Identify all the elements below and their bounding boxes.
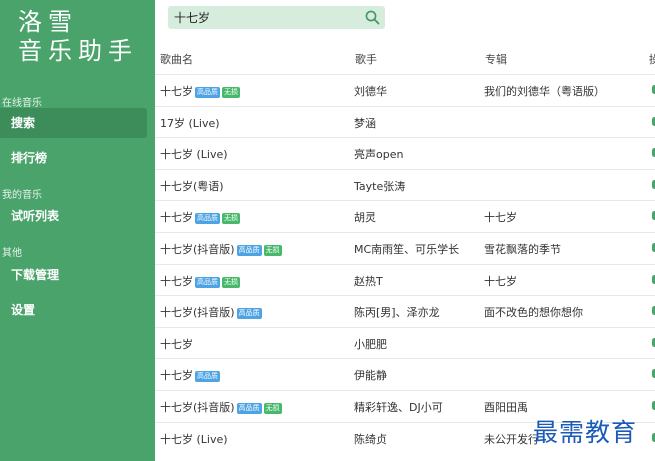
hq-badge: 高品质 xyxy=(236,245,262,256)
lossless-badge: 无损 xyxy=(222,276,240,288)
table-row[interactable]: 十七岁(抖音版) 高品质 陈丙[男]、泽亦龙 面不改色的想你想你 xyxy=(155,295,655,327)
artist-cell: Tayte张涛 xyxy=(354,179,406,193)
artist-cell: MC南雨笙、可乐学长 xyxy=(354,243,460,256)
artist-cell: 小肥肥 xyxy=(354,337,387,351)
song-title: 十七岁(粤语) xyxy=(160,179,224,193)
song-title-cell: 十七岁(抖音版) 高品质 xyxy=(160,304,262,320)
header-actions: 操 xyxy=(649,53,655,66)
sidebar: 洛雪 音乐助手 在线音乐 搜索 排行榜 我的音乐 试听列表 其他 下载管理 设置 xyxy=(0,0,155,461)
album-cell: 酉阳田禹 xyxy=(484,401,528,414)
sidebar-item-playlist[interactable]: 试听列表 xyxy=(0,201,147,231)
table-row[interactable]: 十七岁(粤语) Tayte张涛 xyxy=(155,168,655,201)
hq-badge: 高品质 xyxy=(236,403,262,414)
artist-cell: 伊能静 xyxy=(354,369,387,383)
section-other: 其他 xyxy=(2,248,22,259)
song-title: 十七岁 (Live) xyxy=(160,432,228,446)
lossless-badge: 无损 xyxy=(222,87,240,98)
sidebar-item-search[interactable]: 搜索 xyxy=(0,108,147,138)
song-title-cell: 十七岁 高品质 无损 xyxy=(160,209,240,225)
table-row[interactable]: 17岁 (Live) 梦涵 xyxy=(155,105,655,138)
song-title-cell: 十七岁 高品质 无损 xyxy=(160,273,240,289)
search-input[interactable] xyxy=(174,8,354,27)
artist-cell: 梦涵 xyxy=(354,116,376,130)
section-online-music: 在线音乐 xyxy=(2,98,42,109)
logo-line-1: 洛雪 xyxy=(18,8,78,36)
hq-badge: 高品质 xyxy=(195,371,220,383)
hq-badge: 高品质 xyxy=(195,276,220,288)
song-title: 十七岁(抖音版) xyxy=(160,401,235,414)
song-title-cell: 十七岁 (Live) xyxy=(160,431,228,447)
hq-badge: 高品质 xyxy=(195,87,220,98)
header-album[interactable]: 专辑 xyxy=(485,51,507,67)
song-title: 十七岁 xyxy=(160,369,193,383)
song-title: 十七岁(抖音版) xyxy=(160,306,235,320)
lossless-badge: 无损 xyxy=(263,403,282,414)
artist-cell: 陈丙[男]、泽亦龙 xyxy=(354,306,440,320)
table-header: 歌曲名 歌手 专辑 操 xyxy=(155,42,655,72)
header-artist[interactable]: 歌手 xyxy=(355,51,377,67)
song-title-cell: 17岁 (Live) xyxy=(160,115,220,131)
table-row[interactable]: 十七岁 小肥肥 xyxy=(155,326,655,359)
song-title-cell: 十七岁(粤语) xyxy=(160,178,224,194)
album-cell: 十七岁 xyxy=(484,274,517,288)
table-row[interactable]: 十七岁 高品质 伊能静 xyxy=(155,358,655,390)
sidebar-item-settings[interactable]: 设置 xyxy=(0,295,147,325)
hq-badge: 高品质 xyxy=(195,213,220,225)
section-my-music: 我的音乐 xyxy=(2,190,42,201)
album-cell: 雪花飘落的季节 xyxy=(484,243,561,256)
header-title[interactable]: 歌曲名 xyxy=(160,51,193,67)
album-cell: 面不改色的想你想你 xyxy=(484,306,583,320)
sidebar-item-charts[interactable]: 排行榜 xyxy=(0,143,147,173)
artist-cell: 陈绮贞 xyxy=(354,432,387,446)
lossless-badge: 无损 xyxy=(263,245,282,256)
artist-cell: 精彩轩逸、DJ小可 xyxy=(354,401,443,414)
album-cell: 我们的刘德华（粤语版） xyxy=(484,85,605,98)
table-row[interactable]: 十七岁 高品质 无损 赵热T 十七岁 xyxy=(155,263,655,296)
album-cell: 未公开发行 xyxy=(484,432,539,446)
artist-cell: 刘德华 xyxy=(354,85,387,98)
song-title-cell: 十七岁 xyxy=(160,336,193,352)
song-title: 十七岁 xyxy=(160,337,193,351)
search-box xyxy=(168,6,385,29)
song-title: 十七岁(抖音版) xyxy=(160,243,235,256)
artist-cell: 胡灵 xyxy=(354,211,376,225)
watermark: 最需教育 xyxy=(533,418,638,447)
song-title: 十七岁 xyxy=(160,274,193,288)
logo-line-2: 音乐助手 xyxy=(18,37,138,65)
sidebar-item-downloads[interactable]: 下载管理 xyxy=(0,260,147,290)
artist-cell: 亮声open xyxy=(354,148,404,162)
album-cell: 十七岁 xyxy=(484,211,517,225)
table-row[interactable]: 十七岁(抖音版) 高品质 无损 MC南雨笙、可乐学长 雪花飘落的季节 xyxy=(155,232,655,264)
song-title: 十七岁 xyxy=(160,85,193,98)
song-title-cell: 十七岁(抖音版) 高品质 无损 xyxy=(160,241,282,257)
hq-badge: 高品质 xyxy=(236,308,262,320)
song-title-cell: 十七岁 高品质 无损 xyxy=(160,83,240,99)
search-icon[interactable] xyxy=(364,9,381,26)
song-title-cell: 十七岁(抖音版) 高品质 无损 xyxy=(160,399,282,415)
table-row[interactable]: 十七岁 (Live) 亮声open xyxy=(155,137,655,169)
lossless-badge: 无损 xyxy=(222,213,240,225)
song-title-cell: 十七岁 高品质 xyxy=(160,367,220,383)
table-row[interactable]: 十七岁 高品质 无损 胡灵 十七岁 xyxy=(155,200,655,232)
song-title: 十七岁 xyxy=(160,211,193,225)
song-title: 17岁 (Live) xyxy=(160,116,220,130)
song-title-cell: 十七岁 (Live) xyxy=(160,146,228,162)
song-title: 十七岁 (Live) xyxy=(160,148,228,162)
app-logo: 洛雪 音乐助手 xyxy=(18,8,143,66)
table-row[interactable]: 十七岁 高品质 无损 刘德华 我们的刘德华（粤语版） xyxy=(155,74,655,106)
artist-cell: 赵热T xyxy=(354,274,383,288)
